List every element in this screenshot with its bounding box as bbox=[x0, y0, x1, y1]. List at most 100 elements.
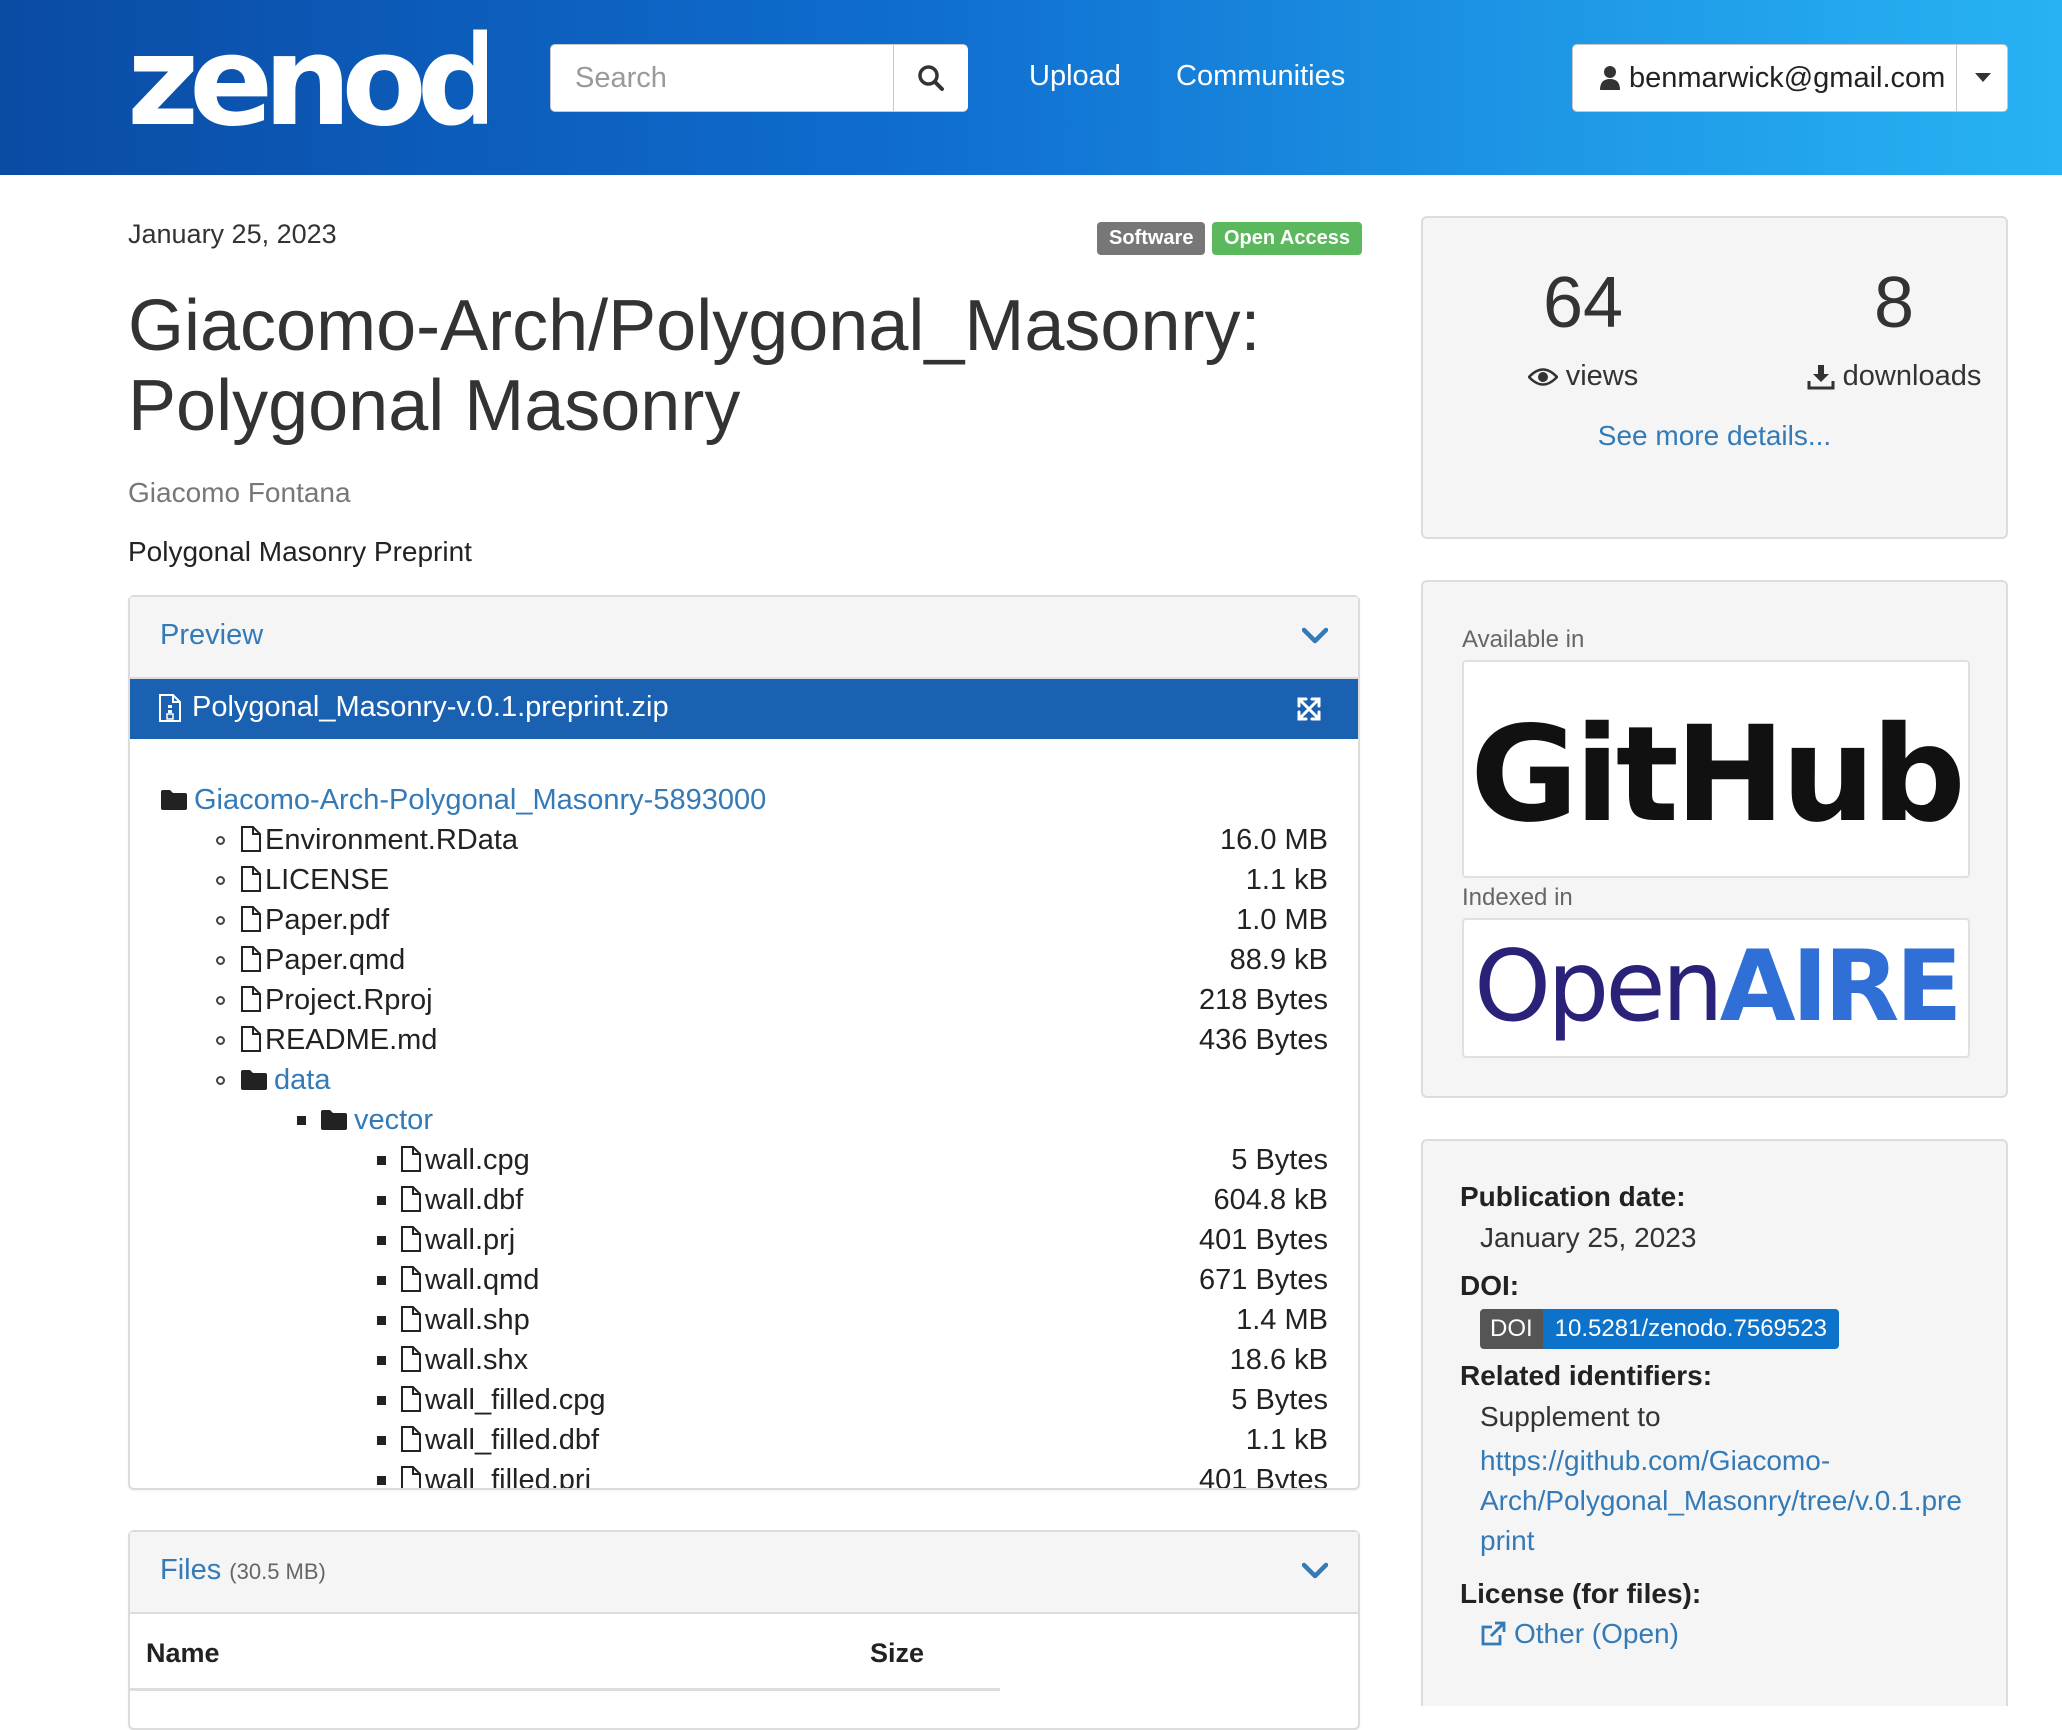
file-icon bbox=[401, 1466, 421, 1488]
related-url-line3: print bbox=[1480, 1525, 1535, 1556]
file-icon bbox=[241, 906, 261, 932]
download-icon bbox=[1807, 364, 1835, 389]
tree-file-label: wall.shx bbox=[425, 1344, 529, 1376]
badge-open-access: Open Access bbox=[1212, 222, 1362, 255]
user-email: benmarwick@gmail.com bbox=[1629, 61, 1946, 94]
nav-communities[interactable]: Communities bbox=[1176, 56, 1345, 96]
downloads-count: 8 bbox=[1873, 263, 1915, 343]
file-size: 604.8 kB bbox=[1213, 1184, 1328, 1216]
tree-file-label: Environment.RData bbox=[265, 824, 519, 856]
record-title: Giacomo-Arch/Polygonal_Masonry: Polygona… bbox=[128, 286, 1288, 446]
list-bullet bbox=[377, 1196, 386, 1205]
logo-text: zenodo bbox=[127, 12, 487, 132]
list-bullet bbox=[377, 1356, 386, 1365]
related-identifier-link[interactable]: https://github.com/Giacomo- Arch/Polygon… bbox=[1480, 1441, 1962, 1561]
preview-panel: Preview Polygonal_Masonry-v.0.1.preprint… bbox=[128, 595, 1360, 1490]
tree-folder-vector[interactable]: vector bbox=[320, 1101, 433, 1139]
preview-file-bar: Polygonal_Masonry-v.0.1.preprint.zip bbox=[130, 679, 1358, 739]
preview-panel-header[interactable]: Preview bbox=[130, 597, 1358, 679]
file-icon bbox=[401, 1386, 421, 1412]
available-in-label: Available in bbox=[1462, 626, 1585, 653]
tree-file: wall_filled.cpg bbox=[400, 1381, 606, 1419]
file-icon bbox=[401, 1266, 421, 1292]
github-logo-box[interactable]: GitHub bbox=[1462, 660, 1970, 878]
list-bullet bbox=[216, 916, 225, 925]
zip-file-icon bbox=[159, 694, 181, 722]
publication-date-value: January 25, 2023 bbox=[1480, 1222, 1697, 1253]
files-panel-header[interactable]: Files (30.5 MB) bbox=[130, 1532, 1358, 1614]
files-heading[interactable]: Files (30.5 MB) bbox=[160, 1554, 326, 1587]
nav-upload[interactable]: Upload bbox=[1029, 56, 1121, 96]
files-heading-label: Files bbox=[160, 1554, 222, 1586]
doi-badge-prefix: DOI bbox=[1480, 1309, 1543, 1349]
related-type: Supplement to bbox=[1480, 1401, 1661, 1432]
file-size: 218 Bytes bbox=[1199, 984, 1328, 1016]
stats-panel: 64 8 views downloads See more details... bbox=[1421, 216, 2008, 539]
chevron-down-icon[interactable] bbox=[1302, 1562, 1328, 1580]
openaire-logo-aire: AIRE bbox=[1719, 930, 1963, 1044]
preview-heading[interactable]: Preview bbox=[160, 619, 263, 652]
tree-file: wall_filled.prj bbox=[400, 1461, 591, 1488]
user-account-button[interactable]: benmarwick@gmail.com bbox=[1573, 45, 1956, 111]
tree-file-label: wall.dbf bbox=[425, 1184, 524, 1216]
search-button[interactable] bbox=[893, 45, 968, 111]
file-size: 401 Bytes bbox=[1199, 1224, 1328, 1256]
zenodo-logo[interactable]: zenodo bbox=[127, 12, 487, 132]
tree-file-label: Paper.pdf bbox=[265, 904, 390, 936]
sources-panel: Available in GitHub Indexed in OpenAIRE bbox=[1421, 580, 2008, 1098]
tree-file: wall.prj bbox=[400, 1221, 515, 1259]
tree-folder-data[interactable]: data bbox=[240, 1061, 330, 1099]
see-more-details-link[interactable]: See more details... bbox=[1423, 420, 2006, 452]
tree-file: wall.qmd bbox=[400, 1261, 539, 1299]
tree-folder-data-label: data bbox=[274, 1064, 331, 1096]
file-icon bbox=[241, 866, 261, 892]
file-size: 5 Bytes bbox=[1231, 1384, 1328, 1416]
file-tree: Giacomo-Arch-Polygonal_Masonry-5893000 En… bbox=[130, 739, 1358, 1488]
search-input[interactable] bbox=[551, 45, 893, 111]
files-panel: Files (30.5 MB) Name Size bbox=[128, 1530, 1360, 1730]
tree-file-label: wall.qmd bbox=[425, 1264, 540, 1296]
openaire-logo-box[interactable]: OpenAIRE bbox=[1462, 918, 1970, 1058]
openaire-logo: OpenAIRE bbox=[1474, 930, 1963, 1044]
search-box bbox=[550, 44, 968, 112]
downloads-label-text: downloads bbox=[1842, 360, 1982, 392]
license-link[interactable]: Other (Open) bbox=[1480, 1618, 1679, 1650]
tree-file: wall.shx bbox=[400, 1341, 528, 1379]
list-bullet bbox=[297, 1116, 306, 1125]
doi-badge[interactable]: DOI 10.5281/zenodo.7569523 bbox=[1480, 1309, 1839, 1349]
indexed-in-label: Indexed in bbox=[1462, 884, 1573, 911]
user-dropdown-toggle[interactable] bbox=[1956, 45, 2008, 111]
tree-file: Paper.pdf bbox=[240, 901, 389, 939]
record-description: Polygonal Masonry Preprint bbox=[128, 536, 472, 567]
views-label-text: views bbox=[1565, 360, 1639, 392]
list-bullet bbox=[377, 1236, 386, 1245]
github-logo: GitHub bbox=[1470, 698, 1966, 852]
file-size: 671 Bytes bbox=[1199, 1264, 1328, 1296]
record-author[interactable]: Giacomo Fontana bbox=[128, 477, 351, 509]
tree-file: Environment.RData bbox=[240, 821, 518, 859]
badge-software: Software bbox=[1097, 222, 1206, 255]
list-bullet bbox=[377, 1396, 386, 1405]
license-value: Other (Open) bbox=[1514, 1618, 1679, 1649]
related-identifiers-key: Related identifiers: bbox=[1460, 1360, 1713, 1391]
chevron-down-icon[interactable] bbox=[1302, 627, 1328, 645]
tree-file-label: Paper.qmd bbox=[265, 944, 406, 976]
file-size: 1.0 MB bbox=[1236, 904, 1328, 936]
fullscreen-icon[interactable] bbox=[1296, 696, 1322, 722]
files-col-size: Size bbox=[870, 1638, 925, 1668]
file-size: 401 Bytes bbox=[1199, 1464, 1328, 1488]
list-bullet bbox=[216, 956, 225, 965]
tree-folder-root[interactable]: Giacomo-Arch-Polygonal_Masonry-5893000 bbox=[160, 781, 766, 819]
list-bullet bbox=[377, 1436, 386, 1445]
caret-down-icon bbox=[1974, 73, 1991, 82]
file-size: 18.6 kB bbox=[1229, 1344, 1328, 1376]
file-icon bbox=[401, 1306, 421, 1332]
views-count: 64 bbox=[1542, 263, 1624, 343]
files-header-divider bbox=[130, 1688, 1000, 1691]
file-icon bbox=[401, 1226, 421, 1252]
record-title-line1: Giacomo-Arch/Polygonal_Masonry: bbox=[128, 286, 1261, 366]
files-col-name: Name bbox=[146, 1638, 220, 1668]
tree-file-label: wall_filled.prj bbox=[425, 1464, 592, 1488]
folder-icon bbox=[241, 1070, 267, 1090]
user-icon bbox=[1600, 66, 1620, 90]
